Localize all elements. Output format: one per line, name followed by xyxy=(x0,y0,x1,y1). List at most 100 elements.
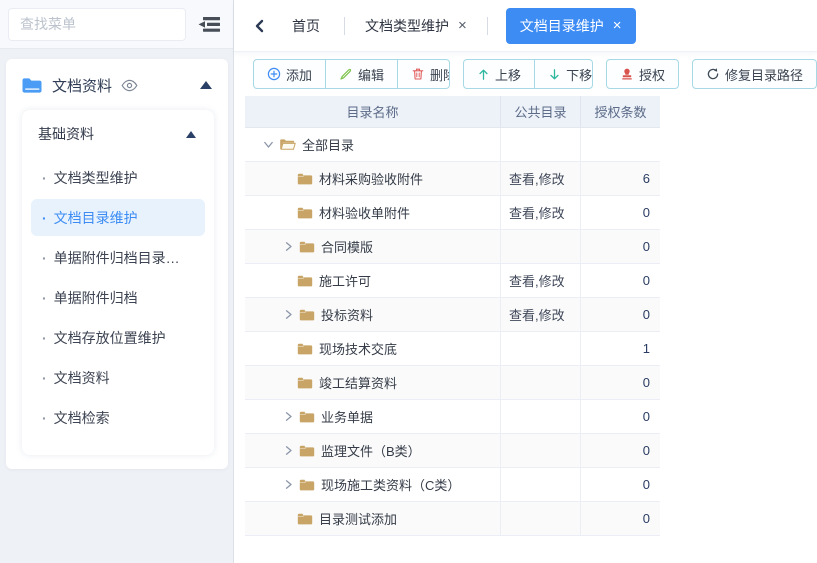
tab-divider xyxy=(487,17,488,35)
column-header-auth-count[interactable]: 授权条数 xyxy=(580,96,660,127)
close-icon[interactable]: × xyxy=(458,18,467,33)
cell-auth-count: 0 xyxy=(580,264,660,297)
folder-icon xyxy=(299,411,315,423)
sidebar-item-3[interactable]: · 单据附件归档 xyxy=(31,279,205,316)
table-row[interactable]: 全部目录 xyxy=(245,128,660,162)
bullet-icon: · xyxy=(42,290,47,306)
folder-open-icon xyxy=(279,138,296,151)
search-input[interactable] xyxy=(20,16,174,32)
move-up-button[interactable]: 上移 xyxy=(464,60,534,88)
cell-public-directory: 查看,修改 xyxy=(500,162,580,195)
edit-button-label: 编辑 xyxy=(358,65,384,84)
table-row[interactable]: 投标资料 查看,修改 0 xyxy=(245,298,660,332)
sidebar-item-2[interactable]: · 单据附件归档目录… xyxy=(31,239,205,276)
cell-name-label: 目录测试添加 xyxy=(319,509,397,528)
collapse-arrow-icon[interactable] xyxy=(200,81,212,89)
eye-icon[interactable] xyxy=(121,79,138,92)
repair-directory-path-button[interactable]: 修复目录路径 xyxy=(692,59,817,89)
cell-name: 竣工结算资料 xyxy=(245,366,500,399)
sidebar-item-label: 单据附件归档目录… xyxy=(54,248,180,268)
sidebar-item-0[interactable]: · 文档类型维护 xyxy=(31,159,205,196)
tree-expand-chevron-icon[interactable] xyxy=(281,240,295,254)
column-header-public-directory[interactable]: 公共目录 xyxy=(500,96,580,127)
edit-button[interactable]: 编辑 xyxy=(325,60,397,88)
tree-expand-chevron-icon[interactable] xyxy=(281,410,295,424)
table-row[interactable]: 竣工结算资料 0 xyxy=(245,366,660,400)
document-module-card: 文档资料 基础资料 · 文档类 xyxy=(6,59,228,469)
cell-name: 目录测试添加 xyxy=(245,502,500,535)
sidebar-item-label: 文档存放位置维护 xyxy=(54,328,166,348)
authorize-button-label: 授权 xyxy=(639,65,665,84)
table-row[interactable]: 合同模版 0 xyxy=(245,230,660,264)
tree-expand-chevron-icon[interactable] xyxy=(281,444,295,458)
add-button[interactable]: 添加 xyxy=(254,60,325,88)
tree-expand-chevron-icon[interactable] xyxy=(281,308,295,322)
cell-public-directory xyxy=(500,366,580,399)
cell-name: 业务单据 xyxy=(245,400,500,433)
cell-auth-count: 0 xyxy=(580,298,660,331)
sidebar-header xyxy=(0,0,233,49)
delete-button[interactable]: 删除 xyxy=(397,60,450,88)
cell-auth-count: 0 xyxy=(580,468,660,501)
sidebar-group-basic-data[interactable]: 基础资料 xyxy=(22,114,214,154)
table-row[interactable]: 业务单据 0 xyxy=(245,400,660,434)
cell-name-label: 施工许可 xyxy=(319,271,371,290)
sidebar-item-label: 文档类型维护 xyxy=(54,168,138,188)
tabs-scroll-left-button[interactable] xyxy=(248,14,272,38)
column-header-directory-name[interactable]: 目录名称 xyxy=(245,96,500,127)
sidebar-item-label: 文档目录维护 xyxy=(54,208,138,228)
tab-document-type[interactable]: 文档类型维护 × xyxy=(365,16,467,36)
table-row[interactable]: 施工许可 查看,修改 0 xyxy=(245,264,660,298)
bullet-icon: · xyxy=(42,250,47,266)
sidebar-item-5[interactable]: · 文档资料 xyxy=(31,359,205,396)
cell-public-directory xyxy=(500,400,580,433)
tree-expand-chevron-icon[interactable] xyxy=(261,138,275,152)
collapse-arrow-icon[interactable] xyxy=(186,131,196,138)
app-window: 文档资料 基础资料 · 文档类 xyxy=(0,0,817,563)
table-row[interactable]: 现场技术交底 1 xyxy=(245,332,660,366)
tab-divider xyxy=(344,17,345,35)
directory-table: 目录名称 公共目录 授权条数 全部目录 xyxy=(245,96,660,536)
tab-bar: 首页 文档类型维护 × 文档目录维护 × xyxy=(234,0,817,52)
trash-icon xyxy=(411,67,425,81)
cell-auth-count: 1 xyxy=(580,332,660,365)
cell-name: 现场施工类资料（C类） xyxy=(245,468,500,501)
close-icon[interactable]: × xyxy=(613,18,622,33)
arrow-up-icon xyxy=(477,68,490,81)
cell-public-directory: 查看,修改 xyxy=(500,196,580,229)
sidebar-item-6[interactable]: · 文档检索 xyxy=(31,399,205,436)
move-down-button-label: 下移 xyxy=(566,65,592,84)
cell-name: 施工许可 xyxy=(245,264,500,297)
cell-public-directory: 查看,修改 xyxy=(500,298,580,331)
sidebar-body: 文档资料 基础资料 · 文档类 xyxy=(0,49,233,469)
bullet-icon: · xyxy=(42,410,47,426)
table-row[interactable]: 目录测试添加 0 xyxy=(245,502,660,536)
basic-data-card: 基础资料 · 文档类型维护 · 文档目录维护 · 单据附件归档目录… · 单据附… xyxy=(22,110,214,455)
cell-name: 材料采购验收附件 xyxy=(245,162,500,195)
tab-document-directory[interactable]: 文档目录维护 × xyxy=(506,8,636,44)
cell-public-directory xyxy=(500,332,580,365)
bullet-icon: · xyxy=(42,330,47,346)
table-row[interactable]: 材料采购验收附件 查看,修改 6 xyxy=(245,162,660,196)
page-content: 添加 编辑 xyxy=(234,52,817,563)
tree-expand-chevron-icon[interactable] xyxy=(281,478,295,492)
sidebar-root-document-materials[interactable]: 文档资料 xyxy=(6,64,228,106)
cell-name-label: 现场技术交底 xyxy=(319,339,397,358)
cell-name: 全部目录 xyxy=(245,128,500,161)
folder-icon xyxy=(299,479,315,491)
collapse-sidebar-button[interactable] xyxy=(195,9,225,39)
move-down-button[interactable]: 下移 xyxy=(534,60,593,88)
authorize-button[interactable]: 授权 xyxy=(606,59,679,89)
sidebar-item-1[interactable]: · 文档目录维护 xyxy=(31,199,205,236)
table-row[interactable]: 监理文件（B类） 0 xyxy=(245,434,660,468)
sidebar-item-4[interactable]: · 文档存放位置维护 xyxy=(31,319,205,356)
cell-public-directory xyxy=(500,230,580,263)
table-row[interactable]: 材料验收单附件 查看,修改 0 xyxy=(245,196,660,230)
search-box xyxy=(8,8,186,41)
repair-directory-path-button-label: 修复目录路径 xyxy=(725,65,803,84)
cell-auth-count: 6 xyxy=(580,162,660,195)
toolbar: 添加 编辑 xyxy=(253,59,817,89)
stamp-icon xyxy=(620,67,634,81)
tab-home[interactable]: 首页 xyxy=(292,16,320,36)
table-row[interactable]: 现场施工类资料（C类） 0 xyxy=(245,468,660,502)
